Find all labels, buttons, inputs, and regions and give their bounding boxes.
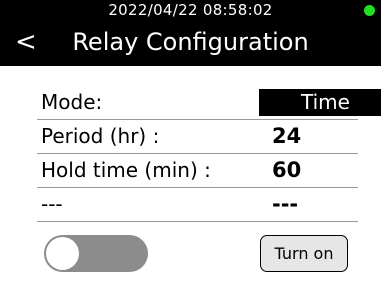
period-row: Period (hr) : 24	[37, 120, 358, 154]
hold-time-row: Hold time (min) : 60	[37, 154, 358, 188]
status-indicator-icon	[364, 5, 375, 16]
hold-time-label: Hold time (min) :	[41, 158, 211, 182]
period-value[interactable]: 24	[272, 120, 301, 153]
hold-time-value[interactable]: 60	[272, 154, 301, 187]
period-label: Period (hr) :	[41, 124, 160, 148]
mode-row: Mode: Time	[37, 86, 381, 120]
page-title: Relay Configuration	[72, 28, 309, 56]
empty-row: --- ---	[37, 188, 358, 222]
title-bar: < Relay Configuration	[0, 20, 381, 66]
empty-row-label: ---	[41, 192, 63, 216]
toggle-knob	[46, 237, 79, 270]
relay-toggle-switch[interactable]	[44, 235, 148, 272]
turn-on-button[interactable]: Turn on	[260, 235, 348, 272]
empty-row-value: ---	[272, 192, 299, 216]
mode-selector[interactable]: Time	[259, 89, 381, 116]
status-bar: 2022/04/22 08:58:02	[0, 0, 381, 20]
mode-label: Mode:	[41, 90, 103, 114]
status-datetime: 2022/04/22 08:58:02	[108, 1, 273, 19]
